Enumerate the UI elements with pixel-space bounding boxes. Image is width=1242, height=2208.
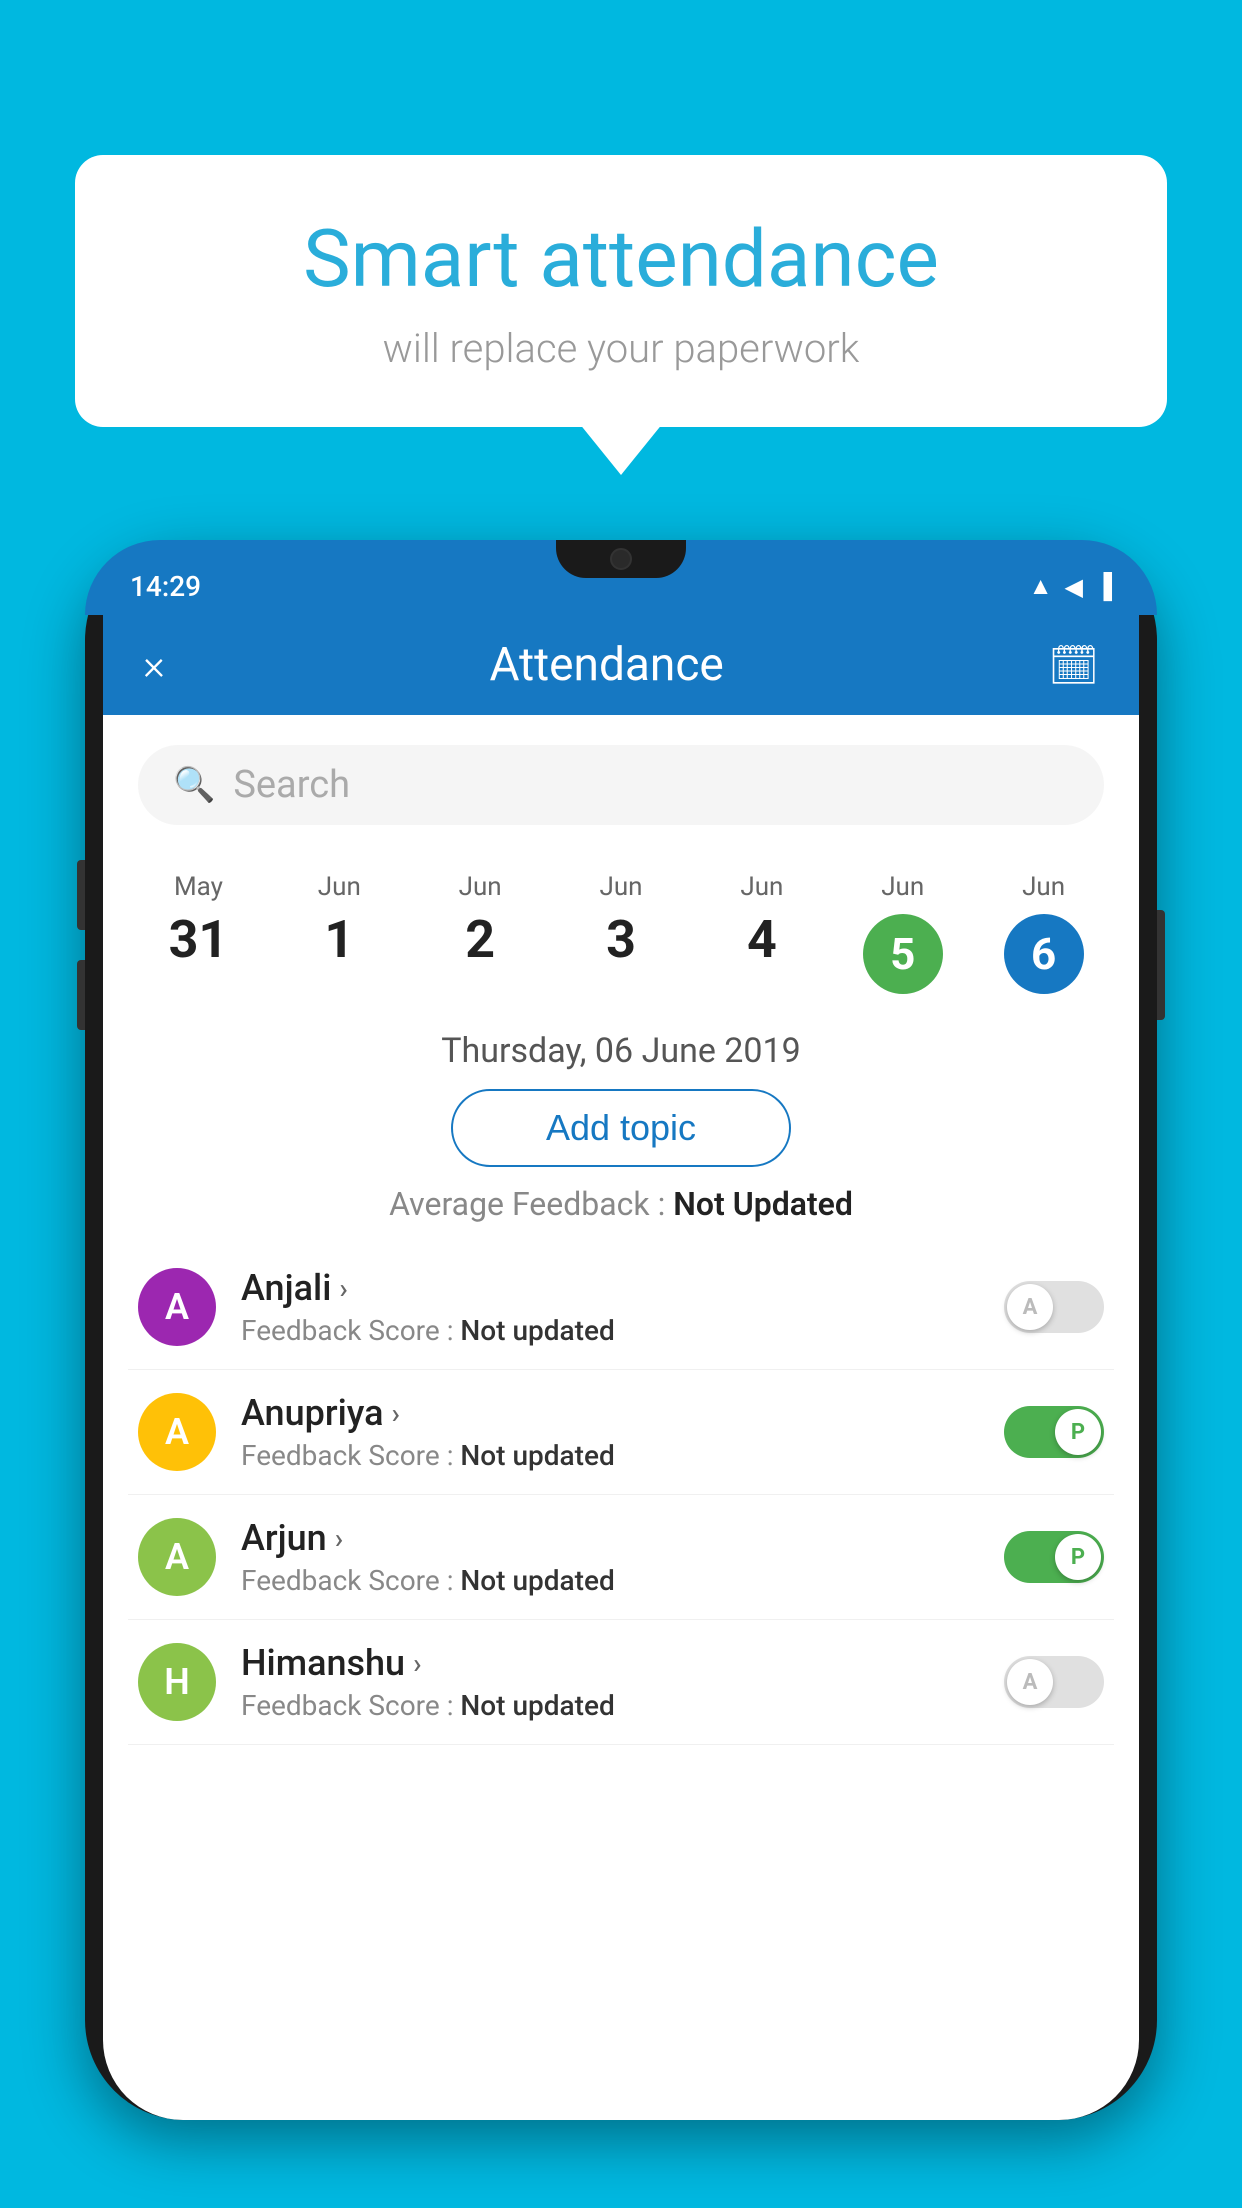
date-item[interactable]: Jun 5 xyxy=(832,860,973,1006)
avatar: A xyxy=(138,1393,216,1471)
wifi-icon: ▲ xyxy=(1029,572,1053,601)
avatar: A xyxy=(138,1268,216,1346)
attendance-toggle[interactable]: P xyxy=(1004,1406,1104,1458)
notch xyxy=(556,540,686,578)
avg-feedback: Average Feedback : Not Updated xyxy=(103,1185,1139,1223)
date-month: Jun xyxy=(1022,872,1065,902)
header-title: Attendance xyxy=(489,638,723,692)
student-item[interactable]: A Anjali › Feedback Score : Not updated A xyxy=(128,1245,1114,1370)
student-feedback: Feedback Score : Not updated xyxy=(241,1689,989,1722)
date-month: May xyxy=(174,872,223,902)
toggle-knob: A xyxy=(1007,1659,1053,1705)
date-month: Jun xyxy=(459,872,502,902)
date-day: 3 xyxy=(606,914,636,966)
bubble-subtitle: will replace your paperwork xyxy=(145,325,1097,372)
camera xyxy=(610,548,632,570)
date-item[interactable]: Jun 3 xyxy=(551,860,692,1006)
student-item[interactable]: A Anupriya › Feedback Score : Not updated P xyxy=(128,1370,1114,1495)
date-day: 1 xyxy=(324,914,354,966)
chevron-icon: › xyxy=(413,1647,421,1680)
avatar: H xyxy=(138,1643,216,1721)
date-item[interactable]: May 31 xyxy=(128,860,269,1006)
date-item[interactable]: Jun 4 xyxy=(691,860,832,1006)
avg-feedback-value: Not Updated xyxy=(673,1185,853,1223)
chevron-icon: › xyxy=(339,1272,347,1305)
avg-feedback-label: Average Feedback : xyxy=(389,1185,673,1223)
toggle-container[interactable]: A xyxy=(1004,1656,1104,1708)
date-month: Jun xyxy=(318,872,361,902)
student-info: Anupriya › Feedback Score : Not updated xyxy=(241,1392,989,1472)
student-feedback: Feedback Score : Not updated xyxy=(241,1439,989,1472)
app-content: 🔍 Search May 31 Jun 1 Jun 2 Jun 3 Jun 4 Jun 5 Jun 6 T… xyxy=(103,715,1139,2120)
date-month: Jun xyxy=(881,872,924,902)
toggle-container[interactable]: P xyxy=(1004,1406,1104,1458)
speech-bubble-container: Smart attendance will replace your paper… xyxy=(75,155,1167,427)
student-name: Anjali › xyxy=(241,1267,989,1309)
student-list: AAnjali ›Feedback Score : Not updatedAAA… xyxy=(103,1245,1139,1745)
toggle-knob: P xyxy=(1055,1409,1101,1455)
student-info: Himanshu › Feedback Score : Not updated xyxy=(241,1642,989,1722)
date-day: 4 xyxy=(747,914,777,966)
calendar-icon[interactable]: 🗓 xyxy=(1048,642,1099,689)
date-strip: May 31 Jun 1 Jun 2 Jun 3 Jun 4 Jun 5 Jun 6 xyxy=(103,845,1139,1021)
date-item[interactable]: Jun 2 xyxy=(410,860,551,1006)
phone-container: 14:29 ▲ ◀ ▐ × Attendance 🗓 🔍 Search May 3… xyxy=(85,540,1157,2208)
bubble-title: Smart attendance xyxy=(145,215,1097,303)
phone: 14:29 ▲ ◀ ▐ × Attendance 🗓 🔍 Search May 3… xyxy=(85,540,1157,2120)
student-info: Anjali › Feedback Score : Not updated xyxy=(241,1267,989,1347)
speech-bubble: Smart attendance will replace your paper… xyxy=(75,155,1167,427)
volume-up-button xyxy=(77,860,85,930)
date-day: 6 xyxy=(1004,914,1084,994)
toggle-container[interactable]: P xyxy=(1004,1531,1104,1583)
student-item[interactable]: A Arjun › Feedback Score : Not updated P xyxy=(128,1495,1114,1620)
date-item[interactable]: Jun 6 xyxy=(973,860,1114,1006)
close-button[interactable]: × xyxy=(143,641,165,690)
avatar: A xyxy=(138,1518,216,1596)
date-day: 31 xyxy=(169,914,229,966)
date-day: 5 xyxy=(863,914,943,994)
search-bar[interactable]: 🔍 Search xyxy=(138,745,1104,825)
student-feedback: Feedback Score : Not updated xyxy=(241,1564,989,1597)
date-day: 2 xyxy=(465,914,495,966)
status-time: 14:29 xyxy=(130,570,201,603)
attendance-toggle[interactable]: A xyxy=(1004,1656,1104,1708)
date-month: Jun xyxy=(599,872,642,902)
toggle-knob: P xyxy=(1055,1534,1101,1580)
chevron-icon: › xyxy=(335,1522,343,1555)
add-topic-button[interactable]: Add topic xyxy=(451,1089,791,1167)
attendance-toggle[interactable]: A xyxy=(1004,1281,1104,1333)
battery-icon: ▐ xyxy=(1095,572,1112,601)
student-info: Arjun › Feedback Score : Not updated xyxy=(241,1517,989,1597)
student-name: Himanshu › xyxy=(241,1642,989,1684)
student-name: Arjun › xyxy=(241,1517,989,1559)
app-header: × Attendance 🗓 xyxy=(103,615,1139,715)
attendance-toggle[interactable]: P xyxy=(1004,1531,1104,1583)
search-icon: 🔍 xyxy=(173,765,215,805)
power-button xyxy=(1157,910,1165,1020)
student-feedback: Feedback Score : Not updated xyxy=(241,1314,989,1347)
status-icons: ▲ ◀ ▐ xyxy=(1029,572,1112,601)
selected-date-label: Thursday, 06 June 2019 xyxy=(103,1031,1139,1071)
toggle-container[interactable]: A xyxy=(1004,1281,1104,1333)
date-month: Jun xyxy=(740,872,783,902)
student-name: Anupriya › xyxy=(241,1392,989,1434)
student-item[interactable]: H Himanshu › Feedback Score : Not updated A xyxy=(128,1620,1114,1745)
toggle-knob: A xyxy=(1007,1284,1053,1330)
search-input[interactable]: Search xyxy=(233,763,350,807)
chevron-icon: › xyxy=(392,1397,400,1430)
date-item[interactable]: Jun 1 xyxy=(269,860,410,1006)
volume-down-button xyxy=(77,960,85,1030)
signal-icon: ◀ xyxy=(1065,573,1083,601)
